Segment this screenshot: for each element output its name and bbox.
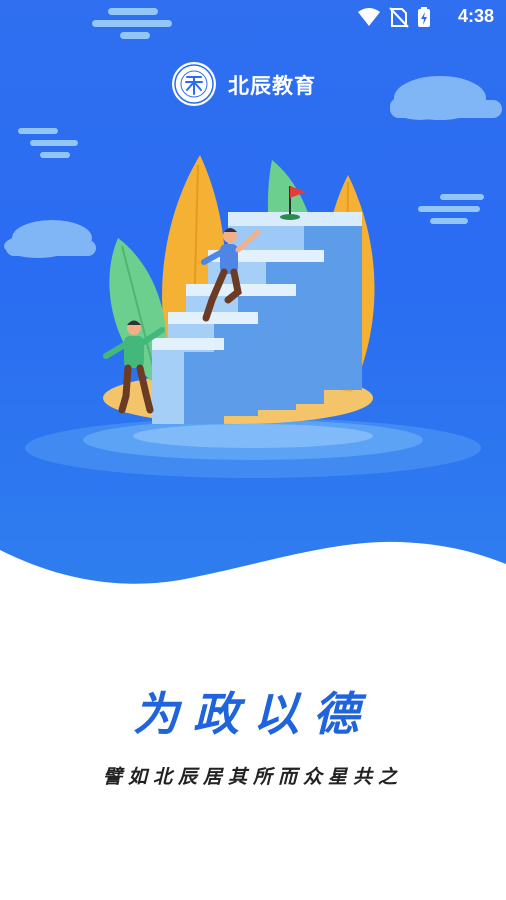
motto-text: 为政以德 xyxy=(133,687,373,741)
quote-text: 譬如北辰居其所而众星共之 xyxy=(102,766,403,788)
brand-name: 北辰教育 xyxy=(228,74,316,98)
seal-logo-icon xyxy=(172,62,216,106)
status-icons xyxy=(358,7,430,28)
splash-screen: 4:38 北辰教育 为政以德 譬如北辰居其所而众星共之 xyxy=(0,0,506,900)
cloud-icon xyxy=(4,220,96,258)
no-sim-icon xyxy=(389,7,409,28)
wifi-icon xyxy=(358,8,380,26)
status-bar: 4:38 xyxy=(0,0,506,34)
battery-charging-icon xyxy=(418,7,430,27)
status-time: 4:38 xyxy=(457,6,494,26)
cloud-icon xyxy=(390,76,502,120)
